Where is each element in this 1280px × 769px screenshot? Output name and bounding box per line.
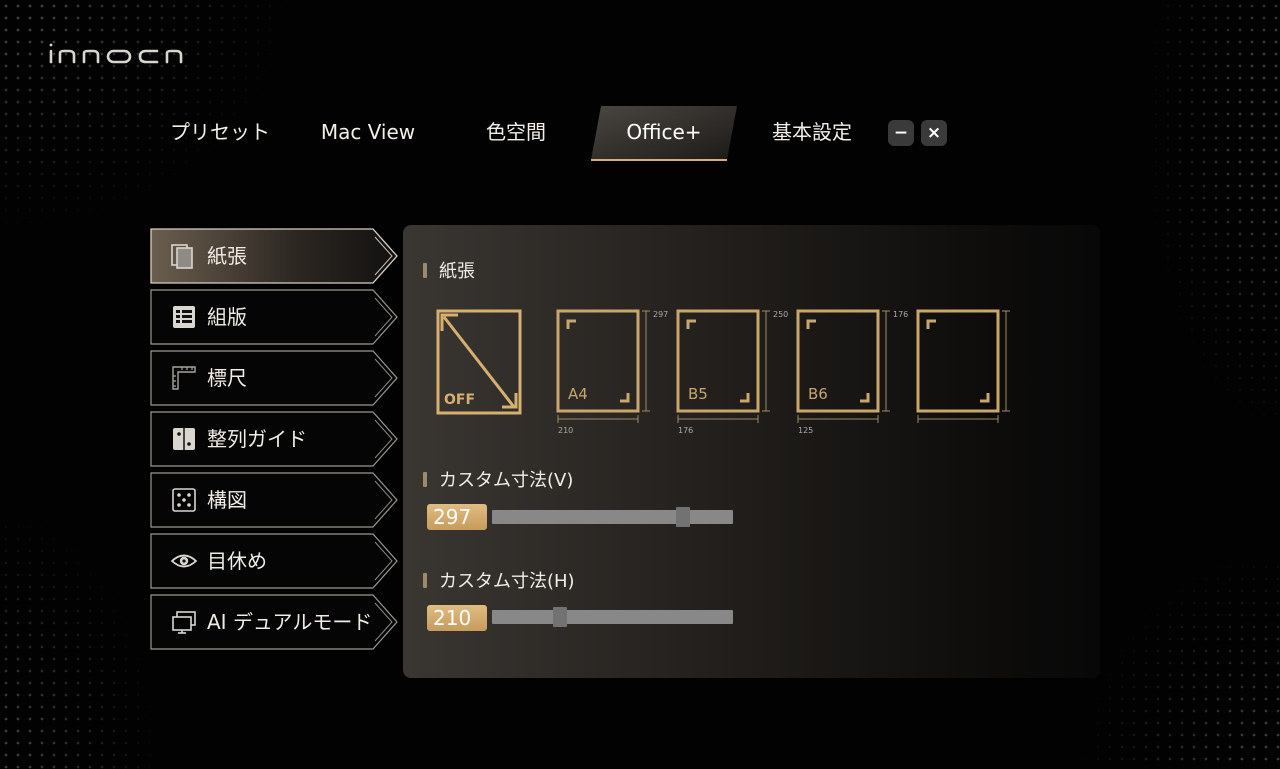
tab-label: 色空間 xyxy=(486,120,546,144)
section-marker xyxy=(423,263,427,278)
ruler-icon xyxy=(172,366,196,390)
align-guide-icon xyxy=(173,428,195,450)
tab-label: Office+ xyxy=(626,120,702,144)
sidebar-item-align-guide[interactable]: 整列ガイド xyxy=(150,411,400,467)
innocn-logo xyxy=(46,40,196,66)
decorative-dots xyxy=(1150,0,1280,420)
section-title-text: カスタム寸法(H) xyxy=(439,571,575,592)
paper-option-b5[interactable]: B5 176 250 xyxy=(676,305,794,435)
custom-v-title: カスタム寸法(V) xyxy=(423,466,573,492)
custom-h-slider[interactable] xyxy=(492,607,733,627)
sidebar-item-label: 構図 xyxy=(207,488,247,512)
section-title-text: 紙張 xyxy=(439,261,475,282)
sidebar-item-eye-rest[interactable]: 目休め xyxy=(150,533,400,589)
dual-monitor-icon xyxy=(172,611,196,634)
minimize-button[interactable]: − xyxy=(888,120,914,146)
tab-mac-view[interactable]: Mac View xyxy=(293,104,443,160)
sidebar-item-paper[interactable]: 紙張 xyxy=(150,228,400,284)
paper-option-label: A4 xyxy=(568,385,588,403)
custom-h-title: カスタム寸法(H) xyxy=(423,567,575,593)
paper-section-title: 紙張 xyxy=(423,257,475,283)
decorative-dots xyxy=(1080,549,1280,769)
paper-option-label: OFF xyxy=(444,392,475,408)
section-title-text: カスタム寸法(V) xyxy=(439,470,574,491)
tab-presets[interactable]: プリセット xyxy=(145,104,295,160)
decorative-dots xyxy=(0,509,160,769)
sidebar-item-label: 目休め xyxy=(207,549,267,573)
section-marker xyxy=(423,472,427,487)
paper-option-custom[interactable] xyxy=(916,305,1016,435)
tab-label: プリセット xyxy=(170,120,270,144)
app-window: プリセット Mac View 色空間 Office+ 基本設定 − × 紙張 組… xyxy=(0,0,1280,769)
width-label: 176 xyxy=(678,426,693,435)
section-marker xyxy=(423,573,427,588)
custom-h-value[interactable]: 210 xyxy=(427,605,487,631)
tab-basic-settings[interactable]: 基本設定 xyxy=(737,104,887,160)
custom-v-value[interactable]: 297 xyxy=(427,504,487,530)
height-label: 176 xyxy=(893,310,908,319)
sidebar-item-composition[interactable]: 構図 xyxy=(150,472,400,528)
custom-v-slider[interactable] xyxy=(492,507,733,527)
sidebar-item-label: 組版 xyxy=(207,305,247,329)
tab-color-space[interactable]: 色空間 xyxy=(441,104,591,160)
sidebar: 紙張 組版 標尺 整列ガイド 構図 目休め AI デュアルモード xyxy=(150,228,400,655)
width-label: 125 xyxy=(798,426,813,435)
tab-label: 基本設定 xyxy=(772,120,852,144)
layout-icon xyxy=(173,306,195,328)
eye-icon xyxy=(170,554,198,568)
pages-icon xyxy=(171,244,193,269)
sidebar-item-ai-dual-mode[interactable]: AI デュアルモード xyxy=(150,594,400,650)
height-label: 250 xyxy=(773,310,788,319)
paper-option-a4[interactable]: A4 210 297 xyxy=(556,305,674,435)
paper-option-off[interactable]: OFF xyxy=(436,309,522,415)
paper-option-label: B5 xyxy=(688,385,708,403)
sidebar-item-ruler[interactable]: 標尺 xyxy=(150,350,400,406)
tab-office-plus[interactable]: Office+ xyxy=(589,104,739,161)
settings-panel: 紙張 OFF A4 210 297 B5 176 250 B6 125 176 … xyxy=(403,225,1100,678)
sidebar-item-layout[interactable]: 組版 xyxy=(150,289,400,345)
sidebar-item-label: 整列ガイド xyxy=(207,427,307,451)
slider-thumb[interactable] xyxy=(676,507,690,527)
paper-option-label: B6 xyxy=(808,385,828,403)
paper-option-b6[interactable]: B6 125 176 xyxy=(796,305,914,435)
height-label: 297 xyxy=(653,310,668,319)
close-button[interactable]: × xyxy=(921,120,947,146)
width-label: 210 xyxy=(558,426,573,435)
sidebar-item-label: AI デュアルモード xyxy=(207,610,373,634)
sidebar-item-label: 紙張 xyxy=(207,244,247,268)
sidebar-item-label: 標尺 xyxy=(207,366,247,390)
slider-thumb[interactable] xyxy=(553,607,567,627)
composition-icon xyxy=(172,488,196,512)
tab-label: Mac View xyxy=(320,120,416,144)
